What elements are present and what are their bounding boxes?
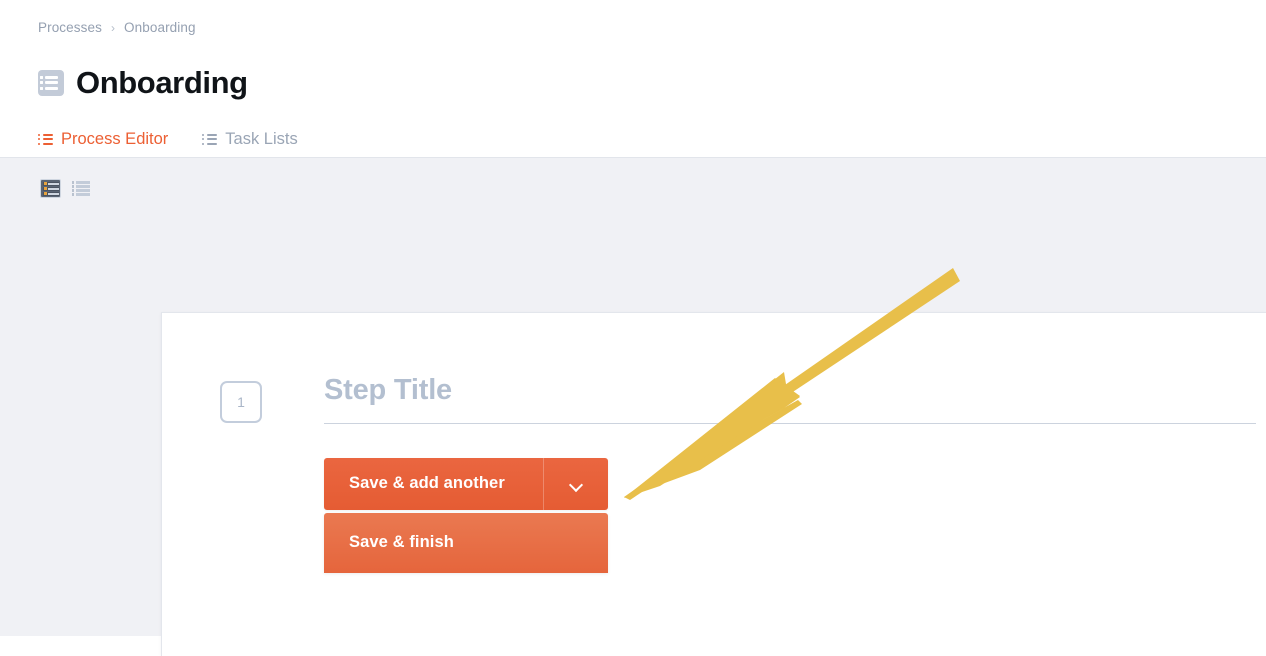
list-view-icon[interactable] — [70, 179, 91, 198]
step-card-body: 1 Step Title Save & add another Save & f… — [162, 313, 1266, 573]
save-finish-menu-item[interactable]: Save & finish — [324, 513, 608, 573]
save-dropdown-toggle[interactable] — [543, 457, 608, 510]
page-title-row: Onboarding — [0, 35, 1266, 121]
breadcrumb-separator-icon: › — [110, 20, 116, 35]
tab-process-editor-label: Process Editor — [61, 129, 169, 148]
step-content: Step Title Save & add another Save & fin… — [324, 374, 1266, 573]
breadcrumb: Processes › Onboarding — [0, 0, 1266, 35]
list-icon — [38, 133, 53, 145]
save-split-button: Save & add another — [324, 457, 608, 510]
save-actions: Save & add another Save & finish — [324, 457, 608, 573]
grid-view-icon[interactable] — [40, 179, 61, 198]
page-title: Onboarding — [76, 64, 248, 100]
tab-task-lists-label: Task Lists — [225, 129, 298, 148]
list-square-icon — [38, 69, 64, 96]
step-card: 1 Step Title Save & add another Save & f… — [161, 312, 1266, 656]
page-header: Processes › Onboarding Onboarding Proces… — [0, 0, 1266, 162]
editor-toolbar — [0, 158, 1266, 198]
breadcrumb-item-onboarding[interactable]: Onboarding — [124, 20, 196, 35]
tab-bar: Process Editor Task Lists — [0, 121, 1266, 162]
step-number-badge: 1 — [220, 381, 262, 423]
breadcrumb-item-processes[interactable]: Processes — [38, 20, 102, 35]
save-add-another-button[interactable]: Save & add another — [324, 458, 543, 510]
editor-canvas: 1 Step Title Save & add another Save & f… — [0, 157, 1266, 656]
list-icon — [202, 133, 218, 145]
step-title-input[interactable]: Step Title — [324, 374, 1256, 424]
chevron-down-icon — [570, 480, 583, 488]
save-dropdown-menu: Save & finish — [324, 512, 608, 573]
